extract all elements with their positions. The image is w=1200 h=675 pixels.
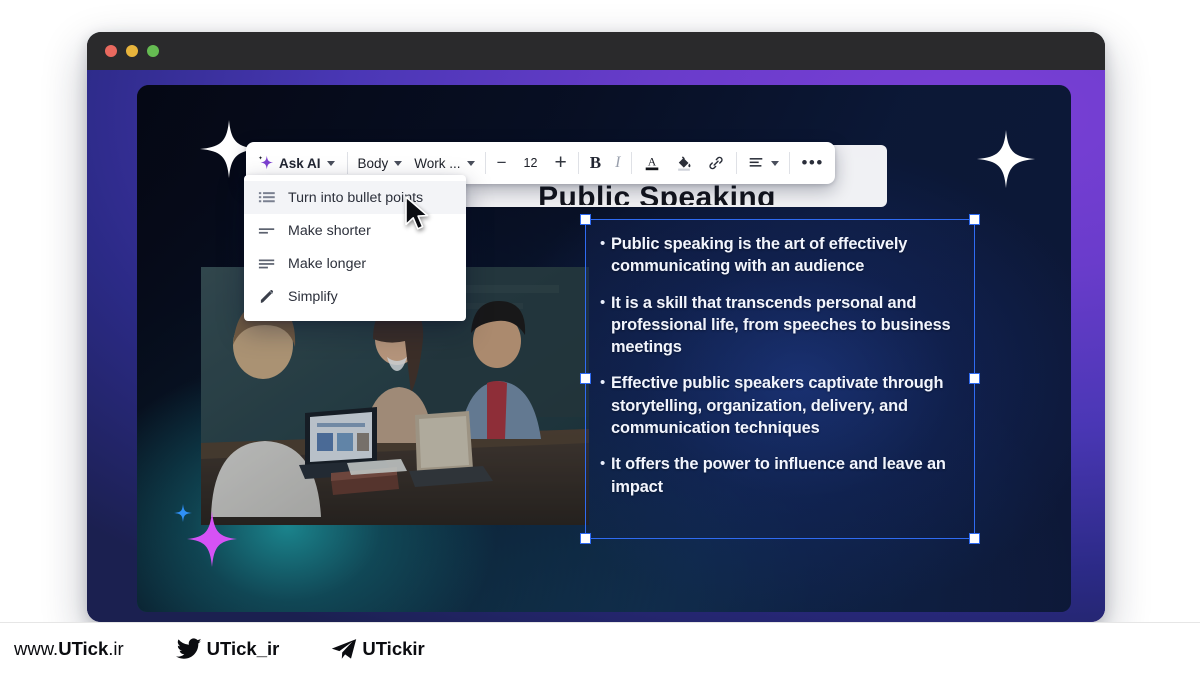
mouse-cursor — [405, 196, 429, 230]
ask-ai-button[interactable]: Ask AI — [250, 148, 343, 178]
close-window-button[interactable] — [105, 45, 117, 57]
slide-title-text: Public Speaking — [538, 183, 776, 205]
minimize-window-button[interactable] — [126, 45, 138, 57]
traffic-lights — [105, 45, 159, 57]
font-size-value[interactable]: 12 — [514, 148, 548, 178]
list-item[interactable]: • Public speaking is the art of effectiv… — [600, 233, 966, 278]
align-icon — [750, 158, 763, 167]
pencil-icon — [260, 289, 273, 303]
text-color-button[interactable]: A — [636, 148, 668, 178]
menu-item-label: Simplify — [288, 288, 338, 305]
chevron-down-icon — [466, 160, 475, 166]
fill-color-button[interactable] — [668, 148, 700, 178]
divider — [346, 152, 348, 174]
bullet-text: Effective public speakers captivate thro… — [611, 374, 944, 438]
bullet-list: • Public speaking is the art of effectiv… — [600, 233, 966, 512]
svg-text:A: A — [648, 156, 657, 169]
divider — [631, 152, 633, 174]
menu-item-label: Make longer — [288, 255, 367, 272]
divider — [484, 152, 486, 174]
decrease-font-size-button[interactable]: − — [490, 148, 514, 178]
paragraph-style-dropdown[interactable]: Body — [352, 148, 409, 178]
bullet-marker: • — [600, 293, 606, 311]
bullet-marker: • — [600, 374, 606, 392]
sparkle-icon — [976, 129, 1036, 189]
menu-item-label: Make shorter — [288, 222, 371, 239]
make-longer-icon — [258, 259, 275, 268]
twitter-handle: UTick_ir — [206, 637, 280, 659]
website-watermark: www. UTick .ir — [14, 638, 124, 660]
divider — [736, 152, 738, 174]
increase-font-size-button[interactable]: + — [548, 148, 574, 178]
make-shorter-icon — [258, 227, 275, 234]
bullet-text: Public speaking is the art of effectivel… — [611, 235, 908, 276]
bullet-marker: • — [600, 455, 606, 473]
telegram-icon — [332, 638, 357, 659]
telegram-watermark: UTickir — [331, 637, 425, 660]
divider — [577, 152, 579, 174]
resize-handle-middle-left[interactable] — [580, 373, 591, 384]
bullet-marker: • — [600, 235, 606, 252]
font-size-text: 12 — [523, 156, 538, 170]
divider — [789, 152, 791, 174]
paragraph-style-label: Body — [357, 155, 389, 171]
window-titlebar — [87, 32, 1105, 70]
resize-handle-middle-right[interactable] — [969, 373, 980, 384]
text-color-icon: A — [646, 156, 659, 171]
font-family-label: Work ... — [414, 155, 461, 171]
chevron-down-icon — [771, 160, 780, 166]
selected-text-box[interactable]: • Public speaking is the art of effectiv… — [580, 214, 980, 544]
font-family-dropdown[interactable]: Work ... — [408, 148, 480, 178]
italic-icon: I — [615, 154, 621, 171]
maximize-window-button[interactable] — [147, 45, 159, 57]
more-options-button[interactable]: ••• — [794, 148, 830, 178]
twitter-watermark: UTick_ir — [175, 637, 280, 660]
sparkle-icon — [187, 511, 237, 567]
screenshot-stage: Public Speaking • Public speaking is the… — [0, 0, 1200, 675]
sparkle-icon — [174, 504, 192, 522]
resize-handle-bottom-right[interactable] — [969, 533, 980, 544]
more-options-icon: ••• — [801, 153, 824, 172]
bullet-list-icon — [258, 191, 275, 202]
insert-link-button[interactable] — [700, 148, 732, 178]
bullet-text: It is a skill that transcends personal a… — [611, 293, 951, 357]
list-item[interactable]: • Effective public speakers captivate th… — [600, 372, 966, 439]
website-brand: UTick — [58, 637, 109, 659]
chevron-down-icon — [326, 160, 335, 166]
telegram-handle: UTickir — [362, 637, 425, 659]
footer-watermark-bar: www. UTick .ir UTick_ir UTickir — [0, 622, 1200, 675]
website-suffix: .ir — [108, 637, 124, 659]
menu-item-simplify[interactable]: Simplify — [244, 280, 466, 313]
resize-handle-top-left[interactable] — [580, 214, 591, 225]
ask-ai-label: Ask AI — [279, 155, 321, 171]
chevron-down-icon — [394, 160, 403, 166]
sparkle-icon — [258, 155, 274, 170]
minus-icon: − — [496, 153, 507, 172]
text-align-dropdown[interactable] — [741, 148, 785, 178]
twitter-icon — [175, 637, 202, 659]
bullet-text: It offers the power to influence and lea… — [611, 455, 946, 496]
bold-button[interactable]: B — [583, 148, 608, 178]
fill-color-icon — [678, 156, 691, 171]
italic-button[interactable]: I — [608, 148, 627, 178]
website-prefix: www. — [14, 637, 59, 659]
resize-handle-bottom-left[interactable] — [580, 533, 591, 544]
resize-handle-top-right[interactable] — [969, 214, 980, 225]
menu-item-make-longer[interactable]: Make longer — [244, 247, 466, 280]
list-item[interactable]: • It offers the power to influence and l… — [600, 453, 966, 498]
plus-icon: + — [554, 151, 567, 174]
list-item[interactable]: • It is a skill that transcends personal… — [600, 292, 966, 359]
link-icon — [709, 156, 724, 170]
bold-icon: B — [589, 153, 602, 172]
divider — [0, 622, 1200, 623]
menu-item-label: Turn into bullet points — [288, 189, 424, 206]
